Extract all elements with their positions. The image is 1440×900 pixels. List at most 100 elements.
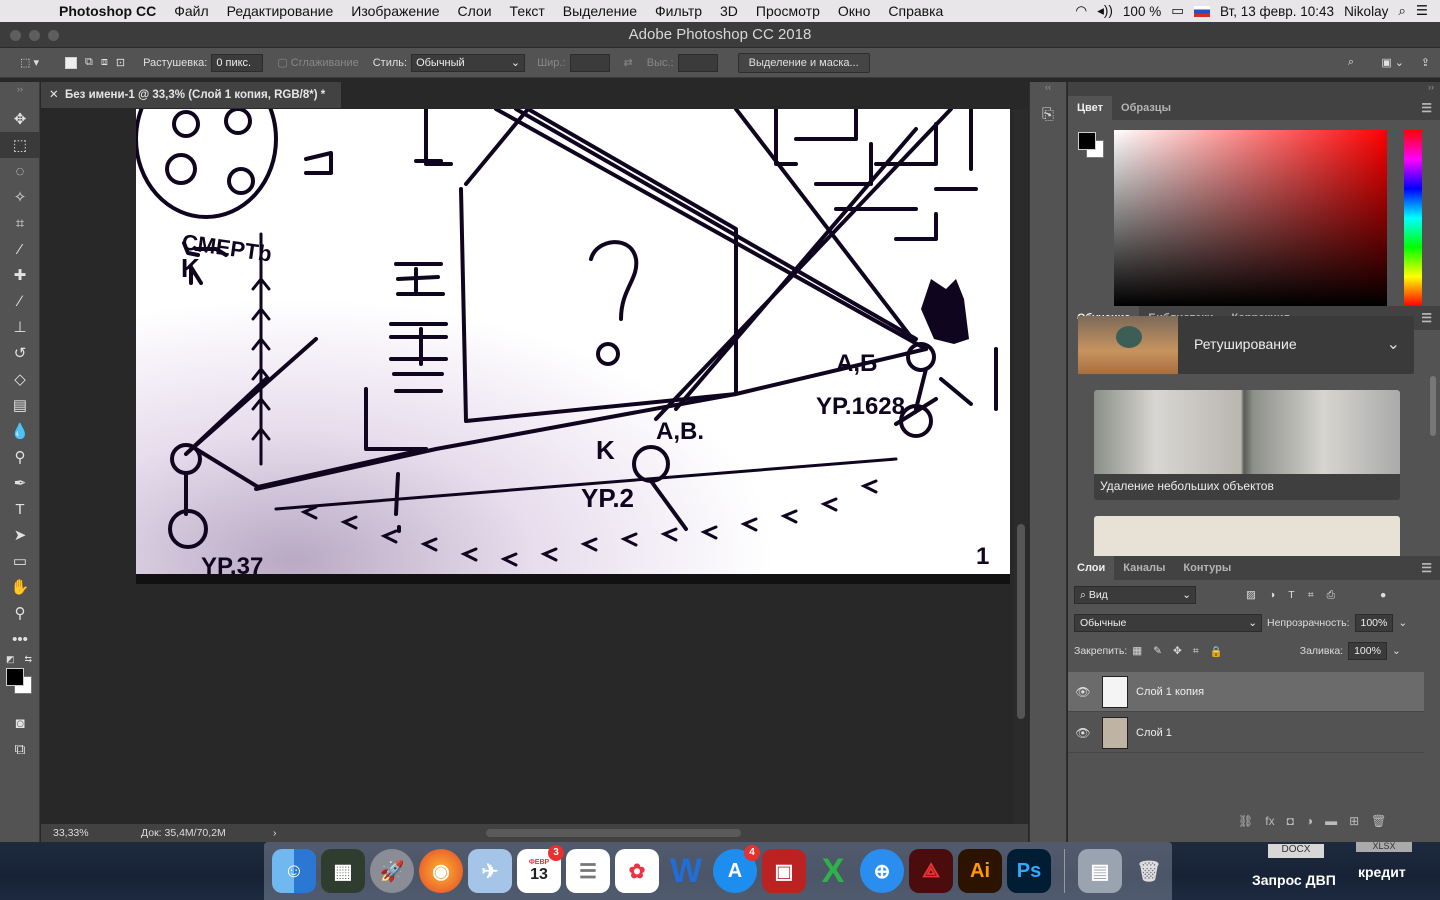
lock-all-icon[interactable]: 🔒: [1210, 645, 1223, 658]
tab-channels[interactable]: Каналы: [1114, 556, 1174, 580]
workspace-icon[interactable]: ▣ ⌄: [1381, 56, 1404, 69]
visibility-eye-icon[interactable]: 👁: [1068, 726, 1098, 740]
user-name[interactable]: Nikolay: [1344, 4, 1388, 19]
document-tab[interactable]: ✕ Без имени-1 @ 33,3% (Слой 1 копия, RGB…: [41, 82, 341, 108]
status-menu-arrow-icon[interactable]: ›: [273, 824, 277, 842]
notification-center-icon[interactable]: ☰: [1416, 3, 1428, 19]
filter-pixel-icon[interactable]: ▨: [1246, 589, 1256, 601]
search-icon[interactable]: ⌕: [1348, 56, 1354, 69]
calendar-icon[interactable]: ФЕВР 13 3: [517, 845, 564, 893]
zoom-level[interactable]: 33,33%: [53, 824, 89, 842]
eraser-tool-icon[interactable]: ◇: [0, 366, 40, 392]
menu-view[interactable]: Просмотр: [747, 3, 829, 19]
app-store-icon[interactable]: A4: [713, 845, 760, 893]
gradient-tool-icon[interactable]: ▤: [0, 392, 40, 418]
finder-icon[interactable]: ☺: [272, 849, 316, 893]
blend-mode-select[interactable]: Обычные ⌄: [1074, 614, 1262, 632]
close-tab-icon[interactable]: ✕: [49, 82, 59, 108]
healing-brush-tool-icon[interactable]: ✚: [0, 262, 40, 288]
datetime[interactable]: Вт, 13 февр. 10:43: [1220, 4, 1334, 19]
link-layers-icon[interactable]: ⛓: [1238, 814, 1253, 828]
opacity-chevron-icon[interactable]: ⌄: [1398, 617, 1407, 629]
rectangle-tool-icon[interactable]: ▭: [0, 548, 40, 574]
new-layer-icon[interactable]: ⊞: [1349, 814, 1359, 828]
pen-tool-icon[interactable]: ✒: [0, 470, 40, 496]
layer-filter-select[interactable]: ⌕ Вид ⌄: [1074, 586, 1196, 604]
hand-tool-icon[interactable]: ✋: [0, 574, 40, 600]
layer-style-icon[interactable]: fx: [1265, 814, 1274, 828]
add-mask-icon[interactable]: ◘: [1287, 814, 1294, 828]
menu-file[interactable]: Файл: [165, 3, 217, 19]
menu-help[interactable]: Справка: [879, 3, 952, 19]
menu-3d[interactable]: 3D: [711, 3, 747, 19]
layer-row[interactable]: 👁 Слой 1 копия: [1068, 672, 1424, 712]
photo-booth-icon[interactable]: ▣: [762, 849, 806, 893]
foreground-color-swatch[interactable]: [6, 668, 24, 686]
select-and-mask-button[interactable]: Выделение и маска...: [737, 52, 870, 73]
feather-input[interactable]: 0 пикс.: [211, 53, 264, 72]
menu-select[interactable]: Выделение: [554, 3, 646, 19]
expand-panels-icon[interactable]: ‹‹: [1030, 82, 1066, 96]
lasso-tool-icon[interactable]: ◌: [0, 158, 40, 184]
menu-layers[interactable]: Слои: [449, 3, 501, 19]
tab-swatches[interactable]: Образцы: [1112, 96, 1180, 120]
new-group-icon[interactable]: ▬: [1325, 814, 1337, 828]
photoshop-icon[interactable]: Ps: [1007, 849, 1051, 893]
history-brush-tool-icon[interactable]: ↺: [0, 340, 40, 366]
tab-layers[interactable]: Слои: [1068, 556, 1115, 580]
history-panel-icon[interactable]: ⎘: [1036, 106, 1060, 130]
firefox-icon[interactable]: ◉: [419, 849, 463, 893]
rectangular-marquee-tool-icon[interactable]: ⬚: [0, 132, 40, 158]
intersect-selection-icon[interactable]: ⊡: [116, 56, 125, 69]
swap-icon[interactable]: ⇄: [624, 56, 633, 69]
fill-input[interactable]: 100%: [1348, 642, 1387, 660]
minimize-window-button[interactable]: [29, 30, 40, 41]
excel-icon[interactable]: X: [811, 849, 855, 893]
word-icon[interactable]: W: [664, 849, 708, 893]
clone-stamp-tool-icon[interactable]: ⊥: [0, 314, 40, 340]
layers-panel-menu-icon[interactable]: ☰: [1421, 561, 1432, 575]
filter-shape-icon[interactable]: ⌗: [1308, 589, 1314, 602]
menu-edit[interactable]: Редактирование: [218, 3, 343, 19]
activity-monitor-icon[interactable]: ▦: [321, 849, 365, 893]
hue-slider[interactable]: [1404, 130, 1422, 306]
blur-tool-icon[interactable]: 💧: [0, 418, 40, 444]
learn-panel-menu-icon[interactable]: ☰: [1421, 311, 1432, 325]
lock-transparency-icon[interactable]: ▦: [1132, 645, 1142, 657]
horizontal-scroll-thumb[interactable]: [486, 829, 741, 837]
new-selection-icon[interactable]: [64, 56, 77, 69]
lock-pixels-icon[interactable]: ✎: [1153, 645, 1162, 657]
filter-adjustment-icon[interactable]: ◑: [1269, 589, 1275, 601]
menu-type[interactable]: Текст: [501, 3, 554, 19]
share-icon[interactable]: ⇪: [1421, 56, 1430, 69]
more-tools-icon[interactable]: •••: [0, 626, 40, 652]
color-field[interactable]: [1114, 130, 1387, 306]
type-tool-icon[interactable]: T: [0, 496, 40, 522]
color-swatches[interactable]: ◩ ⇆: [0, 652, 39, 710]
dodge-tool-icon[interactable]: ⚲: [0, 444, 40, 470]
tab-paths[interactable]: Контуры: [1174, 556, 1240, 580]
learn-topic-header[interactable]: Ретуширование ⌄: [1078, 316, 1414, 374]
xlsx-file-label[interactable]: XLSX: [1356, 842, 1412, 852]
preview-icon[interactable]: ✈: [468, 849, 512, 893]
menu-app-name[interactable]: Photoshop CC: [50, 3, 165, 19]
tutorial-card-2[interactable]: [1094, 516, 1400, 556]
document-size-info[interactable]: Док: 35,4M/70,2M: [141, 824, 226, 842]
default-colors-icon[interactable]: ◩: [6, 654, 15, 665]
crop-tool-icon[interactable]: ⌗: [0, 210, 40, 236]
lock-artboard-icon[interactable]: ⌗: [1193, 645, 1199, 658]
marquee-tool-preset-icon[interactable]: ⬚ ▾: [20, 56, 39, 69]
volume-icon[interactable]: ◂)): [1097, 3, 1113, 19]
zoom-tool-icon[interactable]: ⚲: [0, 600, 40, 626]
antialias-checkbox[interactable]: ▢ Сглаживание: [277, 56, 358, 70]
fill-chevron-icon[interactable]: ⌄: [1392, 645, 1401, 657]
lock-position-icon[interactable]: ✥: [1173, 645, 1182, 657]
vertical-scroll-thumb[interactable]: [1017, 524, 1025, 719]
new-adjustment-icon[interactable]: ◑: [1306, 814, 1313, 828]
menu-filter[interactable]: Фильтр: [646, 3, 711, 19]
collapse-toolbar-icon[interactable]: ››: [0, 82, 40, 96]
acrobat-icon[interactable]: ⟁: [909, 849, 953, 893]
tutorial-card[interactable]: Удаление небольших объектов: [1094, 390, 1400, 500]
flag-icon[interactable]: [1193, 5, 1210, 17]
path-selection-tool-icon[interactable]: ➤: [0, 522, 40, 548]
